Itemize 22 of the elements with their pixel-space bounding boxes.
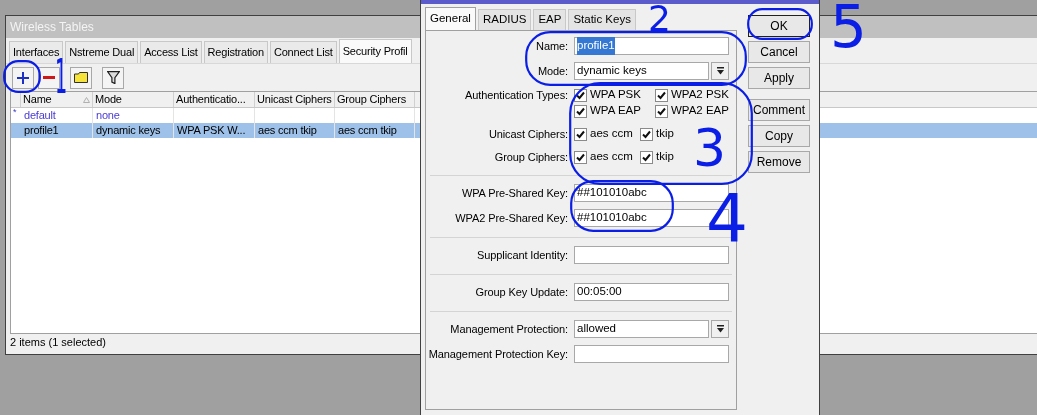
field-label: Management Protection: — [450, 322, 568, 337]
field-label: Name: — [536, 39, 568, 54]
field-label: WPA Pre-Shared Key: — [461, 186, 568, 201]
field-label: Group Ciphers: — [494, 150, 568, 165]
table-cell: WPA PSK W... — [177, 124, 246, 136]
field-label: Mode: — [537, 64, 568, 79]
table-cell: default — [24, 109, 56, 121]
table-cell: aes ccm tkip — [258, 124, 317, 136]
field-label: Management Protection Key: — [428, 347, 568, 362]
row-marker-label: * — [13, 107, 17, 117]
status-text: 2 items (1 selected) — [10, 335, 106, 351]
field-label: Supplicant Identity: — [477, 248, 568, 263]
annotation-number: 2 — [648, 1, 671, 37]
table-cell: none — [96, 109, 120, 121]
table-cell: aes ccm tkip — [338, 124, 397, 136]
field-label: Group Key Update: — [475, 285, 568, 300]
table-cell: dynamic keys — [96, 124, 161, 136]
field-label: Unicast Ciphers: — [488, 127, 568, 142]
field-label: Authentication Types: — [465, 88, 568, 103]
table-cell: profile1 — [24, 124, 59, 136]
annotation-number: 3 — [693, 122, 727, 174]
field-label: WPA2 Pre-Shared Key: — [455, 211, 568, 226]
